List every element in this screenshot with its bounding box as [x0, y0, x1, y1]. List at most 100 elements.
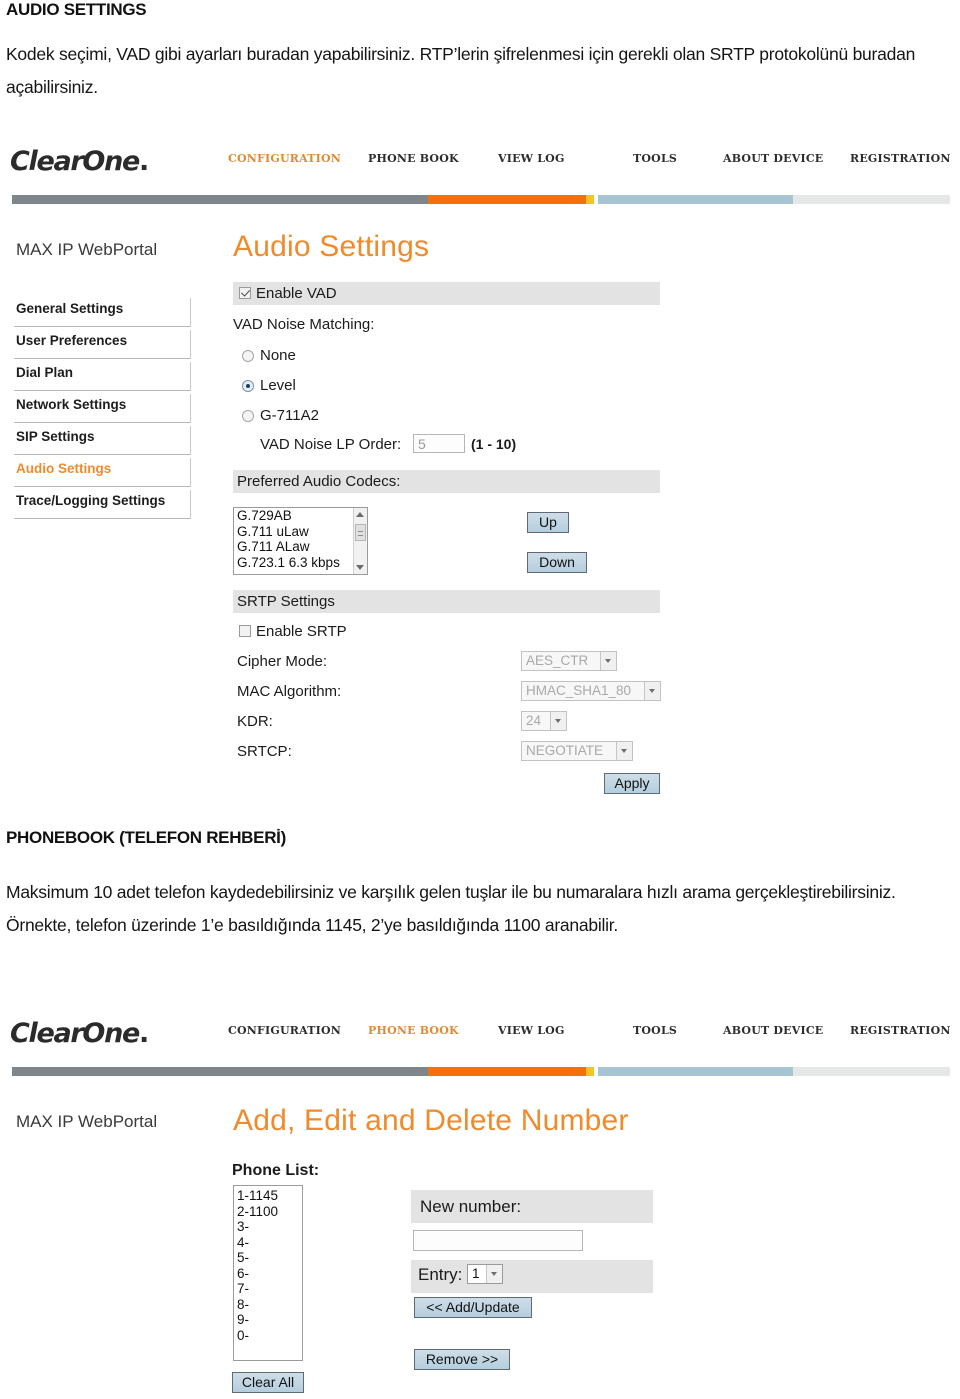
vad-radio-level[interactable]	[242, 380, 254, 392]
clearone-logo-text: ClearOne	[10, 146, 140, 177]
nav-item-configuration[interactable]: CONFIGURATION	[228, 152, 341, 165]
rule-segment-yellow	[586, 1067, 594, 1076]
rule-segment-blue	[598, 1067, 793, 1076]
sidebar-item-dial-plan[interactable]: Dial Plan	[14, 362, 191, 391]
srtcp-label: SRTCP:	[237, 743, 292, 760]
chevron-down-icon[interactable]	[616, 742, 632, 760]
screenshot-phonebook: ClearOne. CONFIGURATION PHONE BOOK VIEW …	[0, 1012, 960, 1399]
enable-srtp-checkbox[interactable]	[239, 625, 251, 637]
codec-option[interactable]: G.723.1 6.3 kbps	[234, 555, 367, 571]
portal-label-audio: MAX IP WebPortal	[16, 240, 158, 259]
enable-vad-checkbox[interactable]	[239, 287, 251, 299]
srtcp-value: NEGOTIATE	[526, 743, 604, 758]
phone-list-item[interactable]: 3-	[234, 1219, 302, 1235]
phone-list-item[interactable]: 1-1145	[234, 1188, 302, 1204]
vad-lp-order-value: 5	[418, 436, 426, 452]
codec-option[interactable]: G.711 ALaw	[234, 539, 367, 555]
codec-option[interactable]: G.711 uLaw	[234, 524, 367, 540]
sidebar-label-audio-settings: Audio Settings	[16, 461, 112, 476]
section-paragraph-audio-settings: Kodek seçimi, VAD gibi ayarları buradan …	[6, 44, 916, 97]
sidebar-item-network-settings[interactable]: Network Settings	[14, 394, 191, 423]
codecs-header-label: Preferred Audio Codecs:	[237, 473, 401, 490]
chevron-down-icon[interactable]	[600, 652, 616, 670]
phone-list-item[interactable]: 6-	[234, 1266, 302, 1282]
rule-segment-pale	[793, 1067, 950, 1076]
nav-item-registration[interactable]: REGISTRATION	[850, 152, 951, 165]
kdr-dropdown[interactable]: 24	[521, 711, 567, 731]
main-nav-phonebook: CONFIGURATION PHONE BOOK VIEW LOG TOOLS …	[228, 1024, 958, 1046]
page-title-add-edit-delete: Add, Edit and Delete Number	[233, 1104, 629, 1137]
scrollbar-thumb[interactable]	[355, 524, 366, 541]
rule-segment-orange	[428, 195, 586, 204]
entry-dropdown[interactable]: 1	[467, 1264, 503, 1284]
rule-segment-pale	[793, 195, 950, 204]
sidebar-label-dial-plan: Dial Plan	[16, 365, 74, 380]
chevron-down-icon[interactable]	[550, 712, 566, 730]
sidebar-label-general-settings: General Settings	[16, 301, 124, 316]
nav-item-tools[interactable]: TOOLS	[633, 152, 677, 165]
nav-item-about-device[interactable]: ABOUT DEVICE	[723, 152, 823, 165]
apply-button[interactable]: Apply	[604, 773, 660, 794]
nav-item-about-device[interactable]: ABOUT DEVICE	[723, 1024, 823, 1037]
clearone-logo: ClearOne.	[10, 146, 149, 177]
sidebar-item-audio-settings[interactable]: Audio Settings	[14, 458, 191, 487]
section-heading-phonebook: PHONEBOOK (TELEFON REHBERİ)	[6, 828, 286, 847]
scroll-up-arrow-icon[interactable]	[356, 512, 364, 517]
webportal-header-audio: ClearOne. CONFIGURATION PHONE BOOK VIEW …	[0, 140, 960, 204]
vad-radio-label-level: Level	[260, 377, 296, 394]
phone-list-item[interactable]: 0-	[234, 1328, 302, 1344]
sidebar-item-user-preferences[interactable]: User Preferences	[14, 330, 191, 359]
vad-noise-matching-label: VAD Noise Matching:	[233, 316, 375, 333]
new-number-input[interactable]	[413, 1230, 583, 1251]
chevron-down-icon[interactable]	[644, 682, 660, 700]
phone-list-item[interactable]: 4-	[234, 1235, 302, 1251]
sidebar-item-sip-settings[interactable]: SIP Settings	[14, 426, 191, 455]
add-update-button[interactable]: << Add/Update	[414, 1297, 532, 1318]
sidebar-item-general-settings[interactable]: General Settings	[14, 298, 191, 327]
nav-item-phone-book[interactable]: PHONE BOOK	[368, 152, 459, 165]
screenshot-audio-settings: ClearOne. CONFIGURATION PHONE BOOK VIEW …	[0, 140, 960, 810]
phone-list-item[interactable]: 7-	[234, 1281, 302, 1297]
nav-item-tools[interactable]: TOOLS	[633, 1024, 677, 1037]
scroll-down-arrow-icon[interactable]	[356, 565, 364, 570]
mac-algorithm-value: HMAC_SHA1_80	[526, 683, 632, 698]
vad-radio-label-g711a2: G-711A2	[260, 407, 319, 424]
phone-list-item[interactable]: 5-	[234, 1250, 302, 1266]
codec-move-up-button[interactable]: Up	[527, 512, 569, 533]
srtcp-dropdown[interactable]: NEGOTIATE	[521, 741, 633, 761]
vad-lp-order-range-note: (1 - 10)	[471, 436, 517, 452]
clear-all-button[interactable]: Clear All	[232, 1372, 304, 1393]
cipher-mode-dropdown[interactable]: AES_CTR	[521, 651, 617, 671]
sidebar-item-trace-logging[interactable]: Trace/Logging Settings	[14, 490, 191, 519]
rule-segment-yellow	[586, 195, 594, 204]
codec-option[interactable]: G.729AB	[234, 508, 367, 524]
entry-value: 1	[472, 1266, 480, 1281]
nav-item-configuration[interactable]: CONFIGURATION	[228, 1024, 341, 1037]
codec-move-down-button[interactable]: Down	[527, 552, 587, 573]
nav-item-registration[interactable]: REGISTRATION	[850, 1024, 951, 1037]
phone-listbox[interactable]: 1-1145 2-1100 3- 4- 5- 6- 7- 8- 9- 0-	[233, 1185, 303, 1361]
mac-algorithm-label: MAC Algorithm:	[237, 683, 342, 700]
cipher-mode-value: AES_CTR	[526, 653, 589, 668]
vad-radio-g711a2[interactable]	[242, 410, 254, 422]
sidebar-label-sip-settings: SIP Settings	[16, 429, 95, 444]
phone-list-item[interactable]: 9-	[234, 1312, 302, 1328]
phone-list-item[interactable]: 8-	[234, 1297, 302, 1313]
vad-lp-order-label: VAD Noise LP Order:	[260, 436, 402, 453]
sidebar-label-trace-logging: Trace/Logging Settings	[16, 493, 166, 508]
vad-radio-none[interactable]	[242, 350, 254, 362]
remove-button[interactable]: Remove >>	[414, 1349, 510, 1370]
phone-list-item[interactable]: 2-1100	[234, 1204, 302, 1220]
nav-item-view-log[interactable]: VIEW LOG	[498, 1024, 565, 1037]
mac-algorithm-dropdown[interactable]: HMAC_SHA1_80	[521, 681, 661, 701]
codec-listbox-scrollbar[interactable]	[353, 508, 367, 574]
nav-item-phone-book[interactable]: PHONE BOOK	[368, 1024, 459, 1037]
sidebar-label-network-settings: Network Settings	[16, 397, 127, 412]
chevron-down-icon[interactable]	[486, 1265, 502, 1283]
vad-lp-order-input[interactable]: 5	[413, 434, 465, 453]
enable-srtp-label: Enable SRTP	[256, 623, 347, 640]
codec-listbox[interactable]: G.729AB G.711 uLaw G.711 ALaw G.723.1 6.…	[233, 507, 368, 575]
nav-item-view-log[interactable]: VIEW LOG	[498, 152, 565, 165]
clearone-logo-dot: .	[139, 1018, 149, 1049]
rule-segment-gray	[12, 195, 428, 204]
